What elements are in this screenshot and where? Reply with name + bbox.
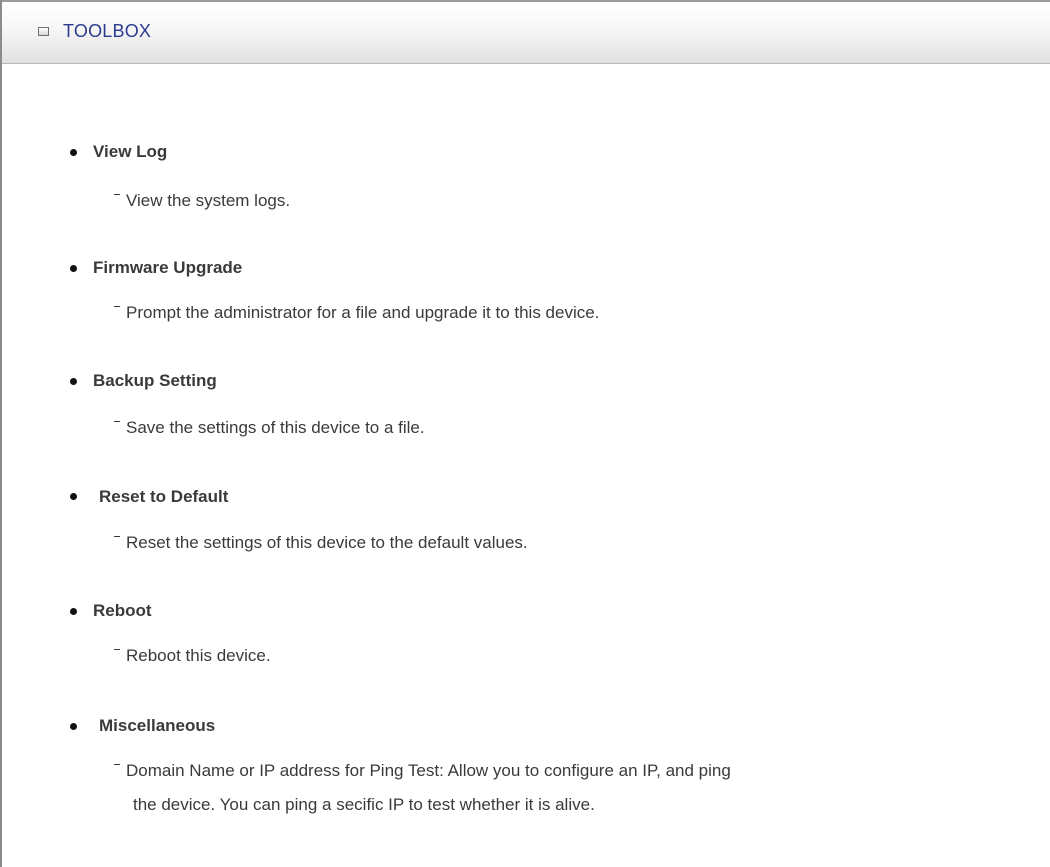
bullet-dot-icon (70, 149, 77, 156)
item-description-view-log: View the system logs. (114, 185, 290, 217)
panel-title: TOOLBOX (63, 21, 152, 41)
item-title-backup-setting: Backup Setting (93, 371, 217, 390)
item-title-miscellaneous: Miscellaneous (99, 716, 216, 735)
toolbox-panel: TOOLBOX View Log View the system logs. F… (0, 0, 1050, 867)
item-description-firmware-upgrade: Prompt the administrator for a file and … (114, 297, 599, 329)
bullet-dot-icon (70, 493, 77, 500)
item-description-miscellaneous-line2: the device. You can ping a secific IP to… (133, 795, 595, 814)
item-description-reboot: Reboot this device. (114, 640, 271, 672)
bullet-dot-icon (70, 378, 77, 385)
dash-icon (114, 764, 120, 765)
item-title-reset-to-default: Reset to Default (99, 487, 229, 506)
bullet-dot-icon (70, 608, 77, 615)
item-title-firmware-upgrade: Firmware Upgrade (93, 258, 243, 277)
window-square-icon (38, 27, 49, 36)
item-title-reboot: Reboot (93, 601, 152, 620)
dash-icon (114, 649, 120, 650)
dash-icon (114, 421, 120, 422)
item-description-reset-to-default: Reset the settings of this device to the… (114, 527, 528, 559)
item-description-backup-setting: Save the settings of this device to a fi… (114, 412, 425, 444)
dash-icon (114, 536, 120, 537)
item-description-miscellaneous: Domain Name or IP address for Ping Test:… (114, 755, 731, 787)
dash-icon (114, 194, 120, 195)
panel-header: TOOLBOX (2, 0, 1050, 64)
dash-icon (114, 306, 120, 307)
bullet-dot-icon (70, 723, 77, 730)
bullet-dot-icon (70, 265, 77, 272)
item-title-view-log: View Log (93, 142, 168, 161)
